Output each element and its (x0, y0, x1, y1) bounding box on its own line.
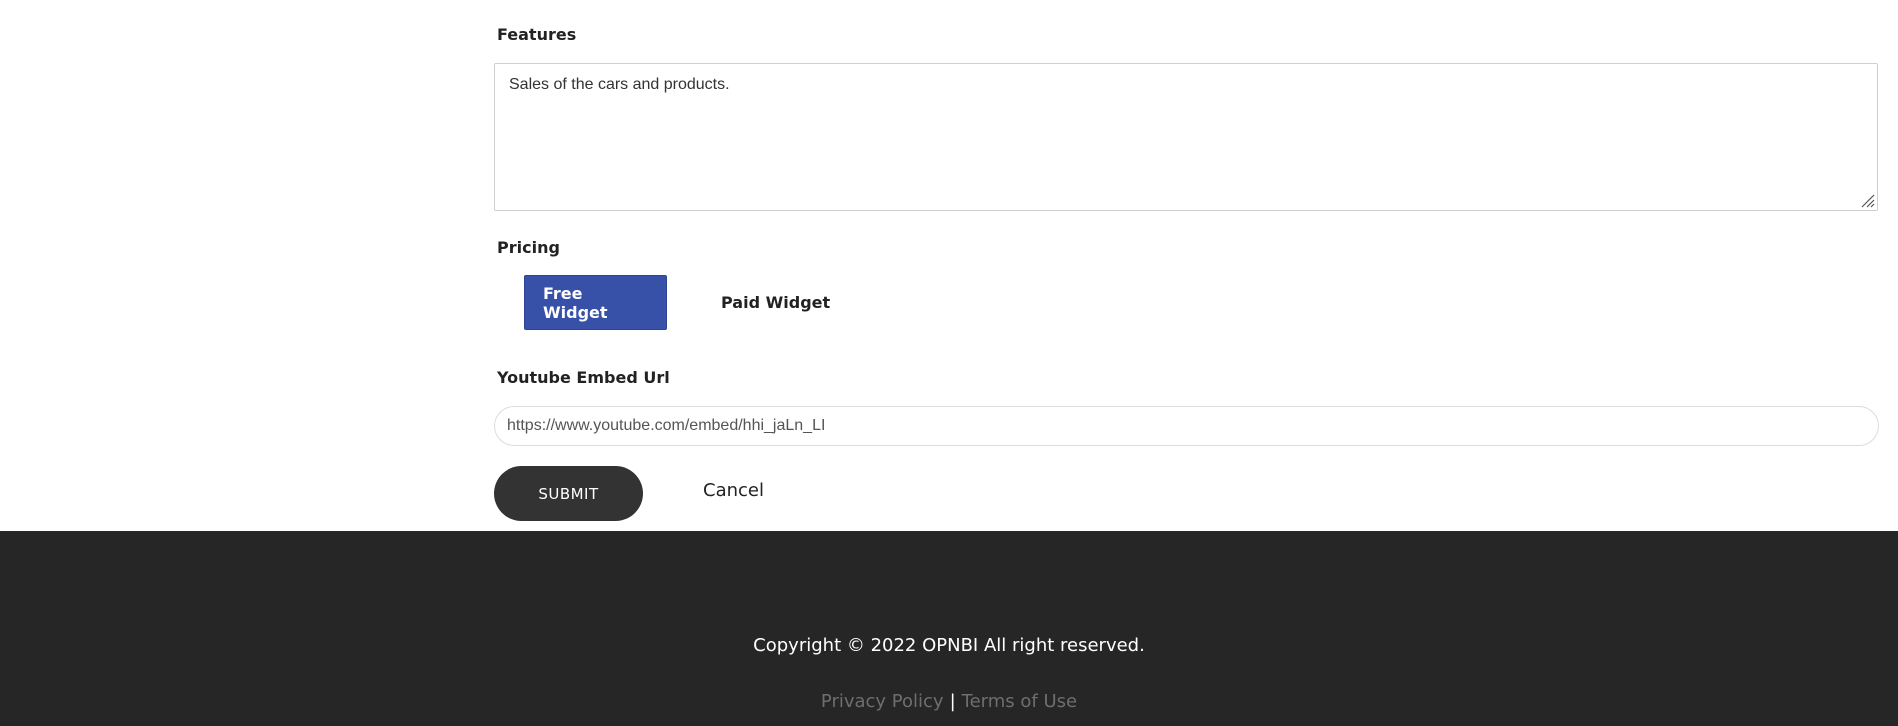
privacy-policy-link[interactable]: Privacy Policy (821, 691, 944, 712)
widget-form: Features Sales of the cars and products.… (494, 0, 1880, 531)
resize-handle-icon[interactable] (1859, 192, 1875, 208)
page: Features Sales of the cars and products.… (0, 0, 1898, 726)
footer: Copyright © 2022 OPNBI All right reserve… (0, 531, 1898, 726)
cancel-link[interactable]: Cancel (703, 480, 764, 501)
paid-widget-button[interactable]: Paid Widget (703, 275, 848, 330)
features-textarea-value: Sales of the cars and products. (509, 76, 730, 93)
pricing-options: Free Widget Paid Widget (524, 275, 848, 330)
youtube-url-value: https://www.youtube.com/embed/hhi_jaLn_L… (507, 417, 826, 434)
submit-button[interactable]: SUBMIT (494, 466, 643, 521)
footer-link-separator: | (949, 691, 956, 712)
pricing-label: Pricing (497, 238, 560, 257)
free-widget-button[interactable]: Free Widget (524, 275, 667, 330)
youtube-url-input[interactable]: https://www.youtube.com/embed/hhi_jaLn_L… (494, 406, 1879, 446)
copyright-text: Copyright © 2022 OPNBI All right reserve… (753, 635, 1145, 656)
footer-links: Privacy Policy | Terms of Use (0, 691, 1898, 712)
youtube-url-label: Youtube Embed Url (497, 368, 670, 387)
features-textarea[interactable]: Sales of the cars and products. (494, 63, 1878, 211)
features-label: Features (497, 25, 577, 44)
terms-of-use-link[interactable]: Terms of Use (962, 691, 1077, 712)
